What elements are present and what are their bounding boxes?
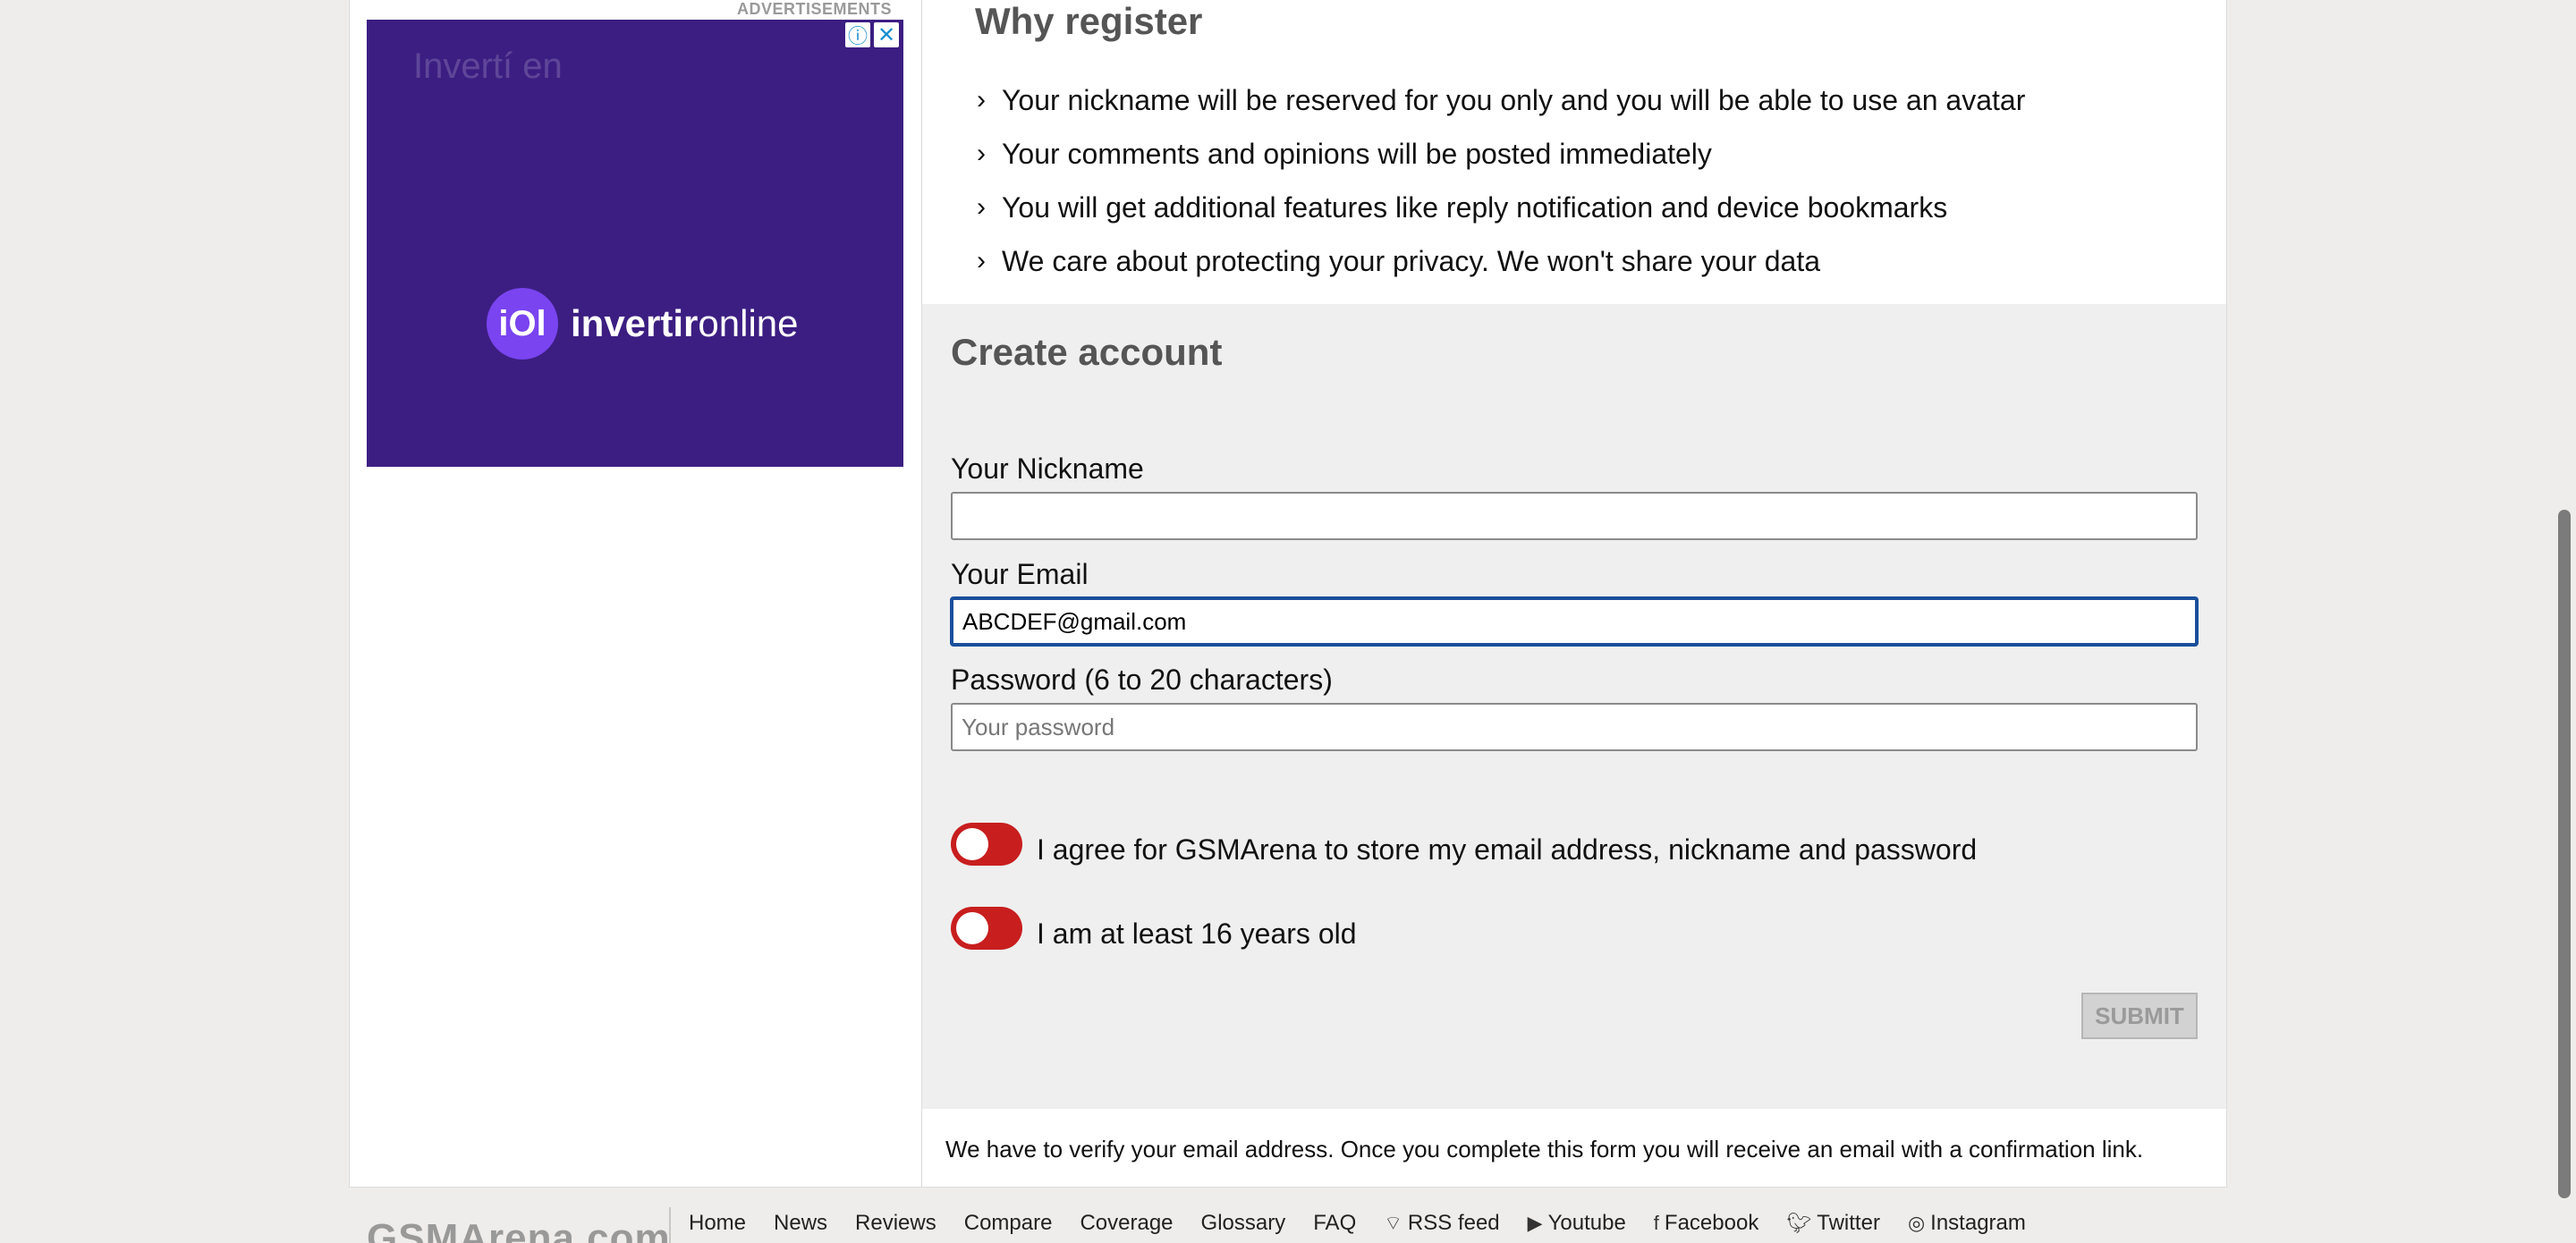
footer-link-rss[interactable]: ⌔ RSS feed <box>1384 1211 1499 1236</box>
footer-link-label: RSS feed <box>1407 1211 1500 1235</box>
ad-logo-light: online <box>698 302 799 344</box>
chevron-right-icon: › <box>977 246 986 275</box>
list-item: › You will get additional features like r… <box>977 181 2025 234</box>
footer-link-faq[interactable]: FAQ <box>1313 1211 1356 1236</box>
why-item-text: We care about protecting your privacy. W… <box>1002 244 1821 277</box>
email-input[interactable] <box>951 597 2198 646</box>
footer-divider <box>669 1207 671 1243</box>
agree-toggle[interactable] <box>951 823 1022 866</box>
toggle-knob <box>956 828 988 860</box>
agree-label: I agree for GSMArena to store my email a… <box>1037 833 1978 866</box>
twitter-icon: 🐦︎ <box>1786 1212 1812 1234</box>
footer-logo[interactable]: GSMArena.com <box>367 1216 671 1243</box>
footer-link-youtube[interactable]: ▶ Youtube <box>1528 1211 1626 1236</box>
ad-banner[interactable]: Invertí en iOl invertironline ⓘ ✕ <box>367 20 903 467</box>
why-register-list: › Your nickname will be reserved for you … <box>977 73 2025 288</box>
chevron-right-icon: › <box>977 139 986 168</box>
password-label: Password (6 to 20 characters) <box>951 664 1333 696</box>
footer-link-label: Instagram <box>1930 1211 2026 1235</box>
verify-email-note: We have to verify your email address. On… <box>945 1136 2144 1163</box>
youtube-icon: ▶ <box>1527 1212 1543 1234</box>
why-item-text: Your nickname will be reserved for you o… <box>1002 83 2026 116</box>
facebook-icon: f <box>1653 1212 1659 1234</box>
footer-link-instagram[interactable]: ◎ Instagram <box>1908 1211 2026 1236</box>
list-item: › We care about protecting your privacy. … <box>977 234 2025 288</box>
list-item: › Your comments and opinions will be post… <box>977 127 2025 181</box>
password-input[interactable] <box>951 703 2198 751</box>
footer-link-facebook[interactable]: f Facebook <box>1654 1211 1759 1236</box>
submit-button[interactable]: SUBMIT <box>2081 993 2198 1039</box>
create-account-form: Create account Your Nickname Your Email … <box>922 304 2226 1109</box>
why-item-text: You will get additional features like re… <box>1002 190 1948 224</box>
why-register-title: Why register <box>975 0 1203 42</box>
ad-info-icon[interactable]: ⓘ <box>845 22 870 47</box>
age-label: I am at least 16 years old <box>1037 917 1357 950</box>
footer-link-news[interactable]: News <box>774 1211 827 1236</box>
ad-teaser-text: Invertí en <box>413 47 563 86</box>
footer-link-reviews[interactable]: Reviews <box>855 1211 936 1236</box>
why-item-text: Your comments and opinions will be poste… <box>1002 137 1712 170</box>
footer-link-label: Youtube <box>1547 1211 1626 1235</box>
toggle-knob <box>956 912 988 944</box>
ad-close-icon[interactable]: ✕ <box>874 22 899 47</box>
footer-link-glossary[interactable]: Glossary <box>1201 1211 1286 1236</box>
email-label: Your Email <box>951 558 1089 590</box>
scrollbar-thumb[interactable] <box>2558 510 2571 1198</box>
footer-link-compare[interactable]: Compare <box>964 1211 1053 1236</box>
nickname-label: Your Nickname <box>951 452 1144 485</box>
rss-icon: ⌔ <box>1384 1212 1402 1234</box>
create-account-title: Create account <box>951 331 1223 373</box>
footer-link-label: Twitter <box>1817 1211 1880 1235</box>
footer-link-label: Facebook <box>1664 1211 1759 1235</box>
footer-link-coverage[interactable]: Coverage <box>1080 1211 1173 1236</box>
list-item: › Your nickname will be reserved for you … <box>977 73 2025 127</box>
ad-logo-text: invertironline <box>571 302 799 345</box>
chevron-right-icon: › <box>977 192 986 222</box>
footer-links: Home News Reviews Compare Coverage Gloss… <box>689 1211 2054 1236</box>
age-toggle[interactable] <box>951 907 1022 950</box>
instagram-icon: ◎ <box>1907 1212 1926 1234</box>
chevron-right-icon: › <box>977 85 986 114</box>
nickname-input[interactable] <box>951 492 2198 540</box>
footer-link-home[interactable]: Home <box>689 1211 746 1236</box>
ad-logo: iOl invertironline <box>487 288 799 359</box>
ad-logo-bold: invertir <box>571 302 699 344</box>
footer: GSMArena.com Home News Reviews Compare C… <box>367 1205 2245 1243</box>
advertisements-label: ADVERTISEMENTS <box>737 0 893 18</box>
ad-logo-mark: iOl <box>487 288 558 359</box>
footer-link-twitter[interactable]: 🐦︎ Twitter <box>1786 1211 1880 1236</box>
